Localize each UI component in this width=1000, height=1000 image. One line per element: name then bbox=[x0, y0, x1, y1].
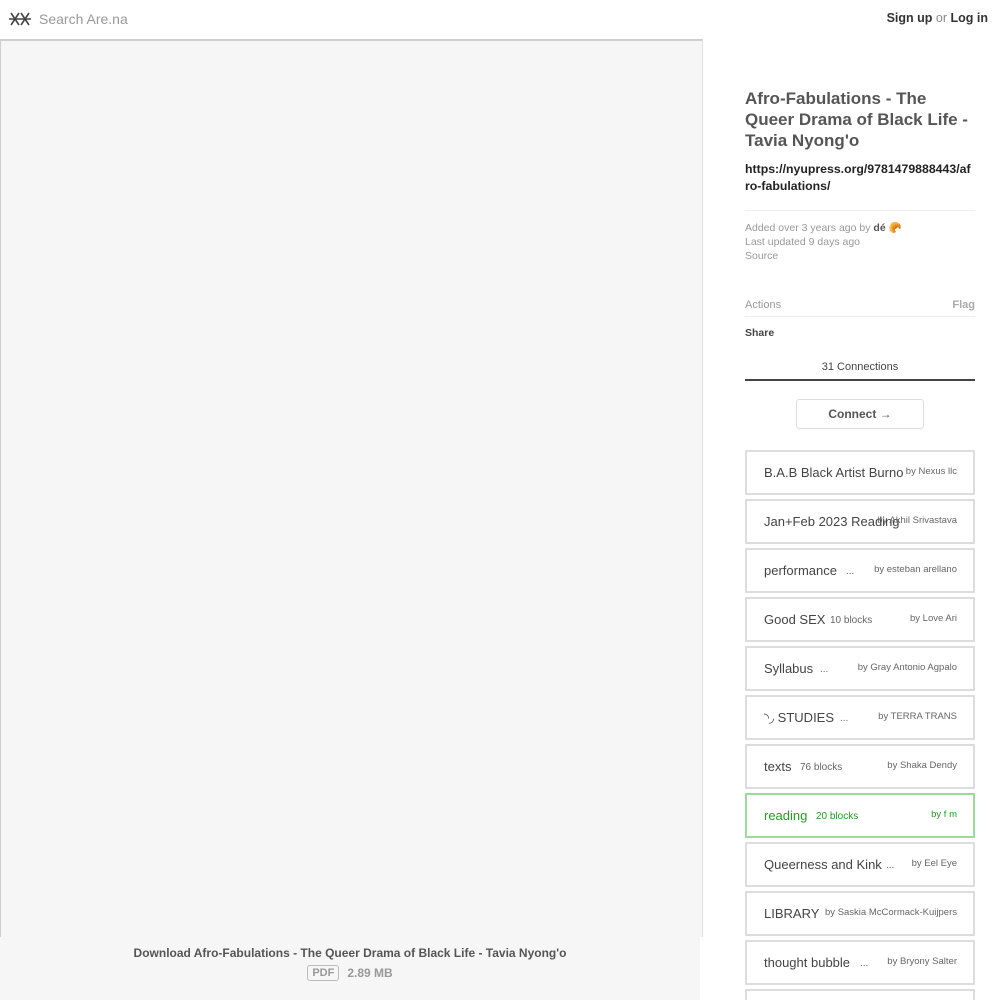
connection-item[interactable] bbox=[745, 989, 975, 1000]
added-text: Added over 3 years ago by bbox=[745, 222, 871, 234]
arena-logo-icon[interactable] bbox=[8, 10, 32, 28]
file-meta: PDF 2.89 MB bbox=[0, 965, 700, 981]
connection-owner[interactable]: by Eel Eye bbox=[912, 858, 957, 869]
connection-block-count: 20 blocks bbox=[816, 811, 859, 822]
connection-block-count: ... bbox=[820, 664, 829, 675]
source-link[interactable]: Source bbox=[745, 249, 975, 263]
block-source-url[interactable]: https://nyupress.org/9781479888443/afro-… bbox=[745, 161, 975, 194]
actions-label: Actions bbox=[745, 299, 782, 311]
author-link[interactable]: dé bbox=[873, 222, 885, 234]
connection-item[interactable]: performance... by esteban arellano bbox=[745, 548, 975, 593]
connection-owner[interactable]: by TERRA TRANS bbox=[878, 711, 957, 722]
connection-block-count: ... bbox=[840, 713, 849, 724]
connection-channel-name: reading bbox=[764, 808, 808, 823]
block-metadata: Added over 3 years ago by dé 🥐 Last upda… bbox=[745, 221, 975, 263]
connection-owner[interactable]: by Love Ari bbox=[910, 613, 957, 624]
connection-owner[interactable]: by Nexus llc bbox=[906, 466, 957, 477]
share-button[interactable]: Share bbox=[745, 327, 975, 339]
connection-owner[interactable]: by esteban arellano bbox=[874, 564, 957, 575]
connection-channel-name: Syllabus bbox=[764, 661, 814, 676]
connection-item[interactable]: Syllabus... by Gray Antonio Agpalo bbox=[745, 646, 975, 691]
download-link[interactable]: Download Afro-Fabulations - The Queer Dr… bbox=[0, 946, 700, 960]
auth-or-text: or bbox=[935, 11, 948, 25]
connection-owner[interactable]: by f m bbox=[931, 809, 957, 820]
tab-connections[interactable]: 31 Connections bbox=[745, 361, 975, 381]
connection-item[interactable]: Queerness and Kink... by Eel Eye bbox=[745, 842, 975, 887]
connection-channel-name: LIBRARY bbox=[764, 906, 820, 921]
connection-item[interactable]: ◝◞ STUDIES... by TERRA TRANS bbox=[745, 695, 975, 740]
file-size: 2.89 MB bbox=[347, 966, 393, 980]
signup-link[interactable]: Sign up bbox=[887, 11, 933, 25]
auth-links: Sign up or Log in bbox=[887, 11, 988, 25]
connection-item[interactable]: thought bubble... by Bryony Salter bbox=[745, 940, 975, 985]
block-sidebar: Afro-Fabulations - The Queer Drama of Bl… bbox=[745, 88, 975, 429]
divider bbox=[745, 210, 975, 211]
connection-block-count: ... bbox=[886, 860, 895, 871]
connection-channel-name: thought bubble bbox=[764, 955, 851, 970]
author-emoji: 🥐 bbox=[888, 222, 902, 234]
connection-block-count: ... bbox=[860, 958, 869, 969]
connection-channel-name: Queerness and Kink bbox=[764, 857, 882, 872]
added-line: Added over 3 years ago by dé 🥐 bbox=[745, 221, 975, 235]
connect-button[interactable]: Connect → bbox=[796, 399, 924, 429]
connection-item[interactable]: Good SEX 10 blocks by Love Ari bbox=[745, 597, 975, 642]
connection-channel-name: performance bbox=[764, 563, 837, 578]
connection-owner[interactable]: by Saskia McCormack-Kuijpers bbox=[825, 907, 957, 918]
connection-item[interactable]: LIBRARY by Saskia McCormack-Kuijpers bbox=[745, 891, 975, 936]
connection-block-count: 76 blocks bbox=[800, 762, 843, 773]
divider bbox=[745, 316, 975, 317]
connection-item[interactable]: B.A.B Black Artist Burnout by Nexus llc bbox=[745, 450, 975, 495]
flag-button[interactable]: Flag bbox=[952, 299, 975, 311]
connection-block-count: 10 blocks bbox=[830, 615, 873, 626]
connection-owner[interactable]: by Shaka Dendy bbox=[887, 760, 957, 771]
connection-item[interactable]: texts 76 blocks by Shaka Dendy bbox=[745, 744, 975, 789]
top-bar: Sign up or Log in bbox=[0, 0, 1000, 38]
connection-item[interactable]: Jan+Feb 2023 Reading by Akhil Srivastava bbox=[745, 499, 975, 544]
block-title: Afro-Fabulations - The Queer Drama of Bl… bbox=[745, 89, 968, 150]
connection-block-count: ... bbox=[846, 566, 855, 577]
login-link[interactable]: Log in bbox=[951, 11, 989, 25]
connection-owner[interactable]: by Akhil Srivastava bbox=[877, 515, 957, 526]
updated-text: Last updated 9 days ago bbox=[745, 236, 861, 248]
connection-channel-name: B.A.B Black Artist Burnout bbox=[764, 465, 904, 480]
connections-list: B.A.B Black Artist Burnout by Nexus llc Ja… bbox=[745, 450, 975, 1000]
search-input[interactable] bbox=[36, 8, 336, 30]
connection-channel-name: ◝◞ STUDIES bbox=[764, 710, 835, 725]
file-type-badge: PDF bbox=[307, 965, 340, 981]
connection-owner[interactable]: by Bryony Salter bbox=[887, 956, 957, 967]
connection-owner[interactable]: by Gray Antonio Agpalo bbox=[858, 662, 957, 673]
download-bar: Download Afro-Fabulations - The Queer Dr… bbox=[0, 937, 700, 1000]
connection-channel-name: Good SEX bbox=[764, 612, 826, 627]
document-viewer[interactable] bbox=[0, 39, 703, 937]
connection-item[interactable]: reading 20 blocks by f m bbox=[745, 793, 975, 838]
connection-channel-name: texts bbox=[764, 759, 792, 774]
actions-row: Actions Flag bbox=[745, 299, 975, 311]
